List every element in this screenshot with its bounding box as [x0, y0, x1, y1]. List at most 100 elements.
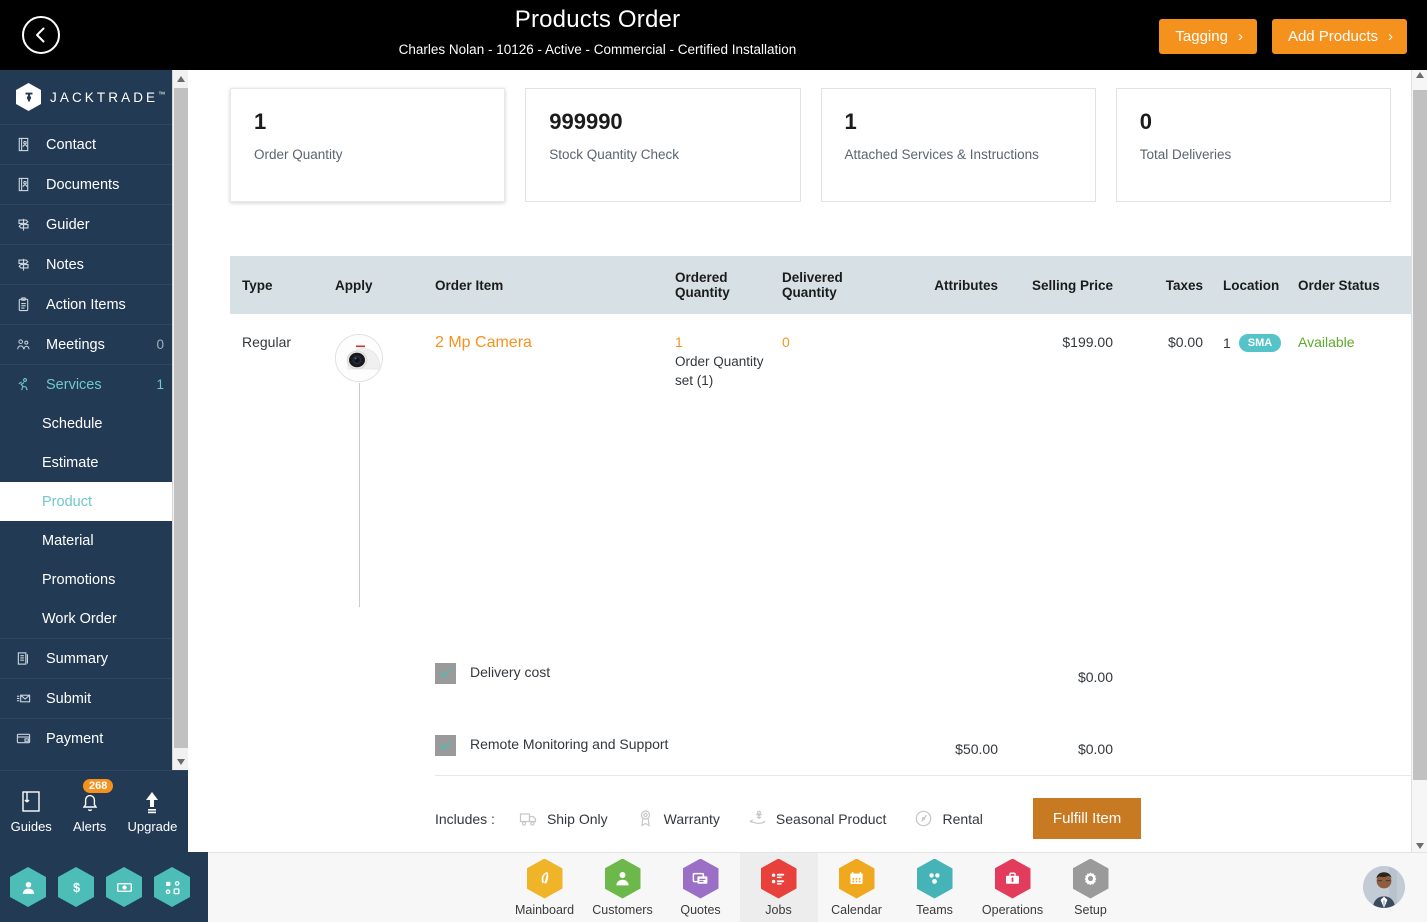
- scrollbar-thumb[interactable]: [1413, 90, 1427, 780]
- location-pill[interactable]: SMA: [1238, 334, 1282, 352]
- cell-apply: [335, 314, 435, 609]
- nav-item-quotes[interactable]: Quotes: [662, 853, 740, 922]
- nav-item-teams[interactable]: Teams: [896, 853, 974, 922]
- sidebar-item-services[interactable]: Services 1: [0, 364, 188, 404]
- add-products-button[interactable]: Add Products ›: [1271, 19, 1407, 54]
- app-header: Products Order Charles Nolan - 10126 - A…: [0, 0, 1427, 70]
- nav-item-label: Quotes: [680, 902, 721, 917]
- sidebar-item-promotions[interactable]: Promotions: [0, 560, 188, 599]
- column-header-ordered-quantity[interactable]: Ordered Quantity: [675, 256, 782, 314]
- dock-cash-button[interactable]: [106, 867, 142, 907]
- meetings-icon: [16, 337, 36, 352]
- column-header-order-item[interactable]: Order Item: [435, 256, 675, 314]
- table-subrow-remote-monitoring: Remote Monitoring and Support $50.00 $0.…: [230, 685, 1411, 757]
- sidebar-item-label: Notes: [46, 256, 84, 273]
- alerts-label: Alerts: [73, 818, 107, 834]
- alerts-button[interactable]: 268 Alerts: [73, 778, 114, 834]
- sidebar-item-product[interactable]: Product: [0, 482, 188, 521]
- sidebar-item-meetings[interactable]: Meetings 0: [0, 324, 188, 364]
- location-count: 1: [1223, 335, 1231, 351]
- brand-logo[interactable]: JACKTRADE™: [0, 70, 188, 124]
- sidebar-subitem-label: Promotions: [42, 571, 116, 588]
- nav-item-customers[interactable]: Customers: [584, 853, 662, 922]
- kpi-value: 1: [254, 109, 267, 134]
- kpi-order-quantity: 1 Order Quantity: [230, 88, 506, 202]
- add-products-button-label: Add Products: [1287, 28, 1378, 45]
- order-items-table: Type Apply Order Item Ordered Quantity D…: [230, 256, 1411, 852]
- column-header-type[interactable]: Type: [230, 256, 335, 314]
- subrow-attributes: $50.00: [955, 741, 998, 757]
- jacktrade-hex-icon: [16, 83, 41, 111]
- nav-item-setup[interactable]: Setup: [1052, 853, 1130, 922]
- remote-monitoring-checkbox[interactable]: [435, 735, 456, 756]
- dock-person-button[interactable]: [10, 867, 46, 907]
- column-header-taxes[interactable]: Taxes: [1113, 256, 1203, 314]
- cell-order-status: Available: [1298, 314, 1411, 609]
- table-subrow-delivery-cost: Delivery cost $0.00: [230, 609, 1411, 685]
- dock-payments-button[interactable]: $: [58, 867, 94, 907]
- sidebar-subitem-label: Material: [42, 532, 94, 549]
- tagging-button[interactable]: Tagging ›: [1159, 19, 1257, 54]
- sidebar-item-label: Guider: [46, 216, 90, 233]
- kpi-total-deliveries: 0 Total Deliveries: [1115, 88, 1391, 202]
- column-header-apply[interactable]: Apply: [335, 256, 435, 314]
- sidebar-scrollbar[interactable]: [172, 70, 188, 770]
- sidebar-item-schedule[interactable]: Schedule: [0, 404, 188, 443]
- scroll-up-arrow[interactable]: [1412, 72, 1427, 78]
- sidebar-item-payment[interactable]: Payment: [0, 718, 188, 758]
- sidebar: JACKTRADE™ Contact Documents Guider Note…: [0, 70, 188, 852]
- person-hex-icon: [22, 881, 34, 894]
- clipboard-icon: [16, 297, 36, 312]
- nav-item-label: Customers: [592, 902, 653, 917]
- fulfill-item-button[interactable]: Fulfill Item: [1032, 798, 1142, 839]
- sidebar-item-estimate[interactable]: Estimate: [0, 443, 188, 482]
- scroll-down-arrow[interactable]: [173, 753, 188, 770]
- subrow-selling-price: $0.00: [1077, 741, 1113, 757]
- guides-button[interactable]: Guides: [11, 790, 52, 834]
- scroll-up-arrow[interactable]: [173, 70, 188, 87]
- sidebar-subitem-label: Estimate: [42, 454, 99, 471]
- dock-workflow-button[interactable]: [154, 867, 190, 907]
- column-header-order-status[interactable]: Order Status: [1298, 256, 1411, 314]
- check-icon: [440, 669, 451, 678]
- user-avatar[interactable]: [1363, 866, 1405, 908]
- nav-item-label: Operations: [981, 902, 1044, 917]
- dollar-hex-icon: $: [72, 880, 79, 895]
- sidebar-item-material[interactable]: Material: [0, 521, 188, 560]
- includes-option-warranty[interactable]: Warranty: [636, 809, 720, 828]
- column-header-selling-price[interactable]: Selling Price: [998, 256, 1113, 314]
- sidebar-item-notes[interactable]: Notes: [0, 244, 188, 284]
- main-scrollbar[interactable]: [1411, 70, 1427, 852]
- sidebar-item-guider[interactable]: Guider: [0, 204, 188, 244]
- nav-item-jobs[interactable]: Jobs: [739, 852, 818, 922]
- column-header-location[interactable]: Location: [1203, 256, 1298, 314]
- camera-thumbnail[interactable]: [335, 334, 383, 382]
- order-item-link[interactable]: 2 Mp Camera: [435, 334, 532, 351]
- includes-option-ship-only[interactable]: Ship Only: [519, 809, 608, 828]
- cell-delivered-quantity: 0: [782, 314, 890, 609]
- subrow-label: Remote Monitoring and Support: [470, 736, 669, 752]
- scrollbar-thumb[interactable]: [174, 88, 188, 748]
- signpost-icon: [16, 257, 36, 272]
- sidebar-item-action-items[interactable]: Action Items: [0, 284, 188, 324]
- sidebar-item-submit[interactable]: Submit: [0, 678, 188, 718]
- sidebar-item-documents[interactable]: Documents: [0, 164, 188, 204]
- quotes-hex-icon: [682, 858, 719, 899]
- upgrade-button[interactable]: Upgrade: [127, 790, 177, 834]
- nav-item-mainboard[interactable]: Mainboard: [506, 853, 584, 922]
- column-header-delivered-quantity[interactable]: Delivered Quantity: [782, 256, 890, 314]
- kpi-stock-quantity-check: 999990 Stock Quantity Check: [525, 88, 801, 202]
- delivery-cost-checkbox[interactable]: [435, 663, 456, 684]
- column-header-attributes[interactable]: Attributes: [890, 256, 998, 314]
- sidebar-item-summary[interactable]: Summary: [0, 638, 188, 678]
- scroll-down-arrow[interactable]: [1412, 843, 1427, 849]
- includes-option-seasonal-product[interactable]: Seasonal Product: [748, 809, 886, 828]
- brand-name: JACKTRADE™: [50, 90, 165, 105]
- summary-icon: [16, 651, 36, 666]
- nav-item-operations[interactable]: Operations: [974, 853, 1052, 922]
- sidebar-item-contact[interactable]: Contact: [0, 124, 188, 164]
- nav-item-calendar[interactable]: Calendar: [818, 853, 896, 922]
- signpost-icon: [16, 217, 36, 232]
- sidebar-item-work-order[interactable]: Work Order: [0, 599, 188, 638]
- includes-option-rental[interactable]: Rental: [914, 809, 983, 828]
